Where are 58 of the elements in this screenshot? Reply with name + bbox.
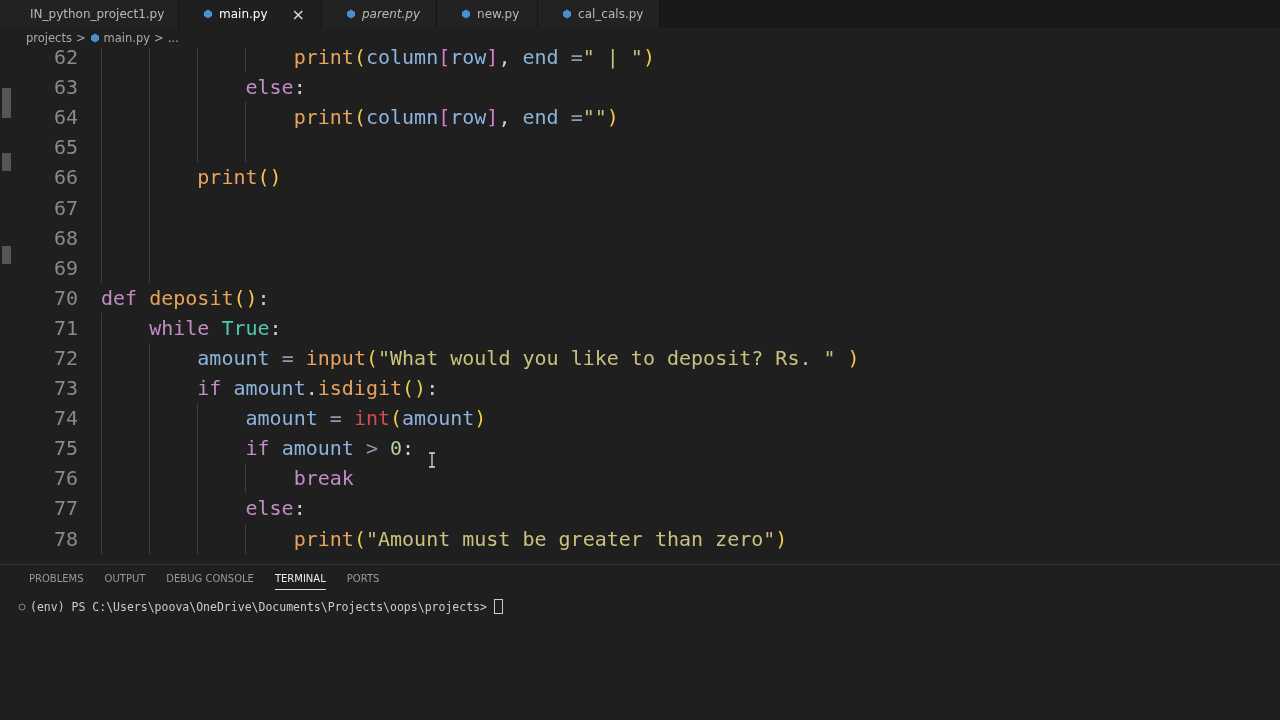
line-number: 69 bbox=[52, 255, 78, 280]
panel-tab[interactable]: PROBLEMS bbox=[29, 573, 84, 589]
terminal-prompt: (env) PS C:\Users\poova\OneDrive\Documents\Projects\oops\projects> bbox=[30, 599, 487, 614]
breadcrumb-more[interactable]: ... bbox=[167, 31, 179, 45]
panel-tab[interactable]: OUTPUT bbox=[104, 573, 146, 589]
panel-tab[interactable]: TERMINAL bbox=[274, 573, 326, 590]
line-number: 63 bbox=[52, 75, 78, 100]
file-tab[interactable]: IN_python_project1.py bbox=[0, 0, 179, 28]
code-line: if amount > 0: bbox=[244, 436, 415, 461]
code-line: if amount.isdigit(): bbox=[196, 376, 439, 401]
close-icon[interactable]: × bbox=[291, 4, 305, 24]
breadcrumb-folder[interactable]: projects bbox=[26, 31, 72, 45]
line-number: 65 bbox=[52, 135, 78, 160]
code-line: print("Amount must be greater than zero") bbox=[292, 526, 788, 551]
code-line: while True: bbox=[148, 315, 282, 340]
line-number: 74 bbox=[52, 406, 78, 431]
code-line: amount = input("What would you like to deposit? Rs. " ) bbox=[196, 346, 860, 370]
breadcrumb-separator: > bbox=[154, 31, 164, 45]
line-number: 78 bbox=[52, 526, 78, 551]
line-number: 77 bbox=[52, 496, 78, 521]
text-cursor-icon bbox=[428, 452, 436, 468]
python-icon bbox=[89, 33, 100, 43]
panel-tab[interactable]: DEBUG CONSOLE bbox=[166, 573, 254, 589]
line-number: 72 bbox=[52, 346, 78, 370]
python-icon bbox=[345, 9, 356, 19]
line-number: 67 bbox=[52, 195, 78, 220]
line-number: 68 bbox=[52, 225, 78, 250]
code-line: else: bbox=[244, 75, 306, 100]
scroll-marker bbox=[2, 246, 11, 264]
python-icon bbox=[562, 9, 573, 19]
line-number: 66 bbox=[52, 165, 78, 190]
line-number: 76 bbox=[52, 466, 78, 491]
circle-icon bbox=[18, 602, 26, 611]
scroll-marker bbox=[2, 88, 11, 118]
line-number: 73 bbox=[52, 376, 78, 401]
scroll-marker bbox=[2, 153, 11, 171]
code-line: print(column[row], end =" | ") bbox=[292, 48, 655, 70]
file-tab[interactable]: main.py × bbox=[179, 0, 322, 28]
terminal-cursor bbox=[493, 599, 503, 614]
python-icon bbox=[461, 9, 472, 19]
code-line: def deposit(): bbox=[101, 285, 270, 310]
python-icon bbox=[203, 9, 213, 19]
line-number: 64 bbox=[52, 105, 78, 130]
breadcrumb-separator: > bbox=[75, 31, 86, 45]
file-tab[interactable]: new.py bbox=[437, 0, 539, 28]
file-tab[interactable]: cal_cals.py bbox=[538, 0, 661, 28]
line-number: 71 bbox=[52, 315, 78, 340]
code-line: else: bbox=[244, 496, 306, 521]
code-line: break bbox=[292, 466, 354, 491]
line-number: 62 bbox=[52, 48, 78, 70]
code-line: amount = int(amount) bbox=[244, 406, 487, 431]
breadcrumb-file[interactable]: main.py bbox=[103, 31, 151, 45]
line-number: 75 bbox=[52, 436, 78, 461]
panel-tab[interactable]: PORTS bbox=[346, 573, 380, 589]
code-line: print() bbox=[196, 165, 282, 190]
code-line: print(column[row], end ="") bbox=[292, 105, 619, 130]
file-tab[interactable]: parent.py bbox=[321, 0, 438, 28]
line-number: 70 bbox=[52, 285, 78, 310]
